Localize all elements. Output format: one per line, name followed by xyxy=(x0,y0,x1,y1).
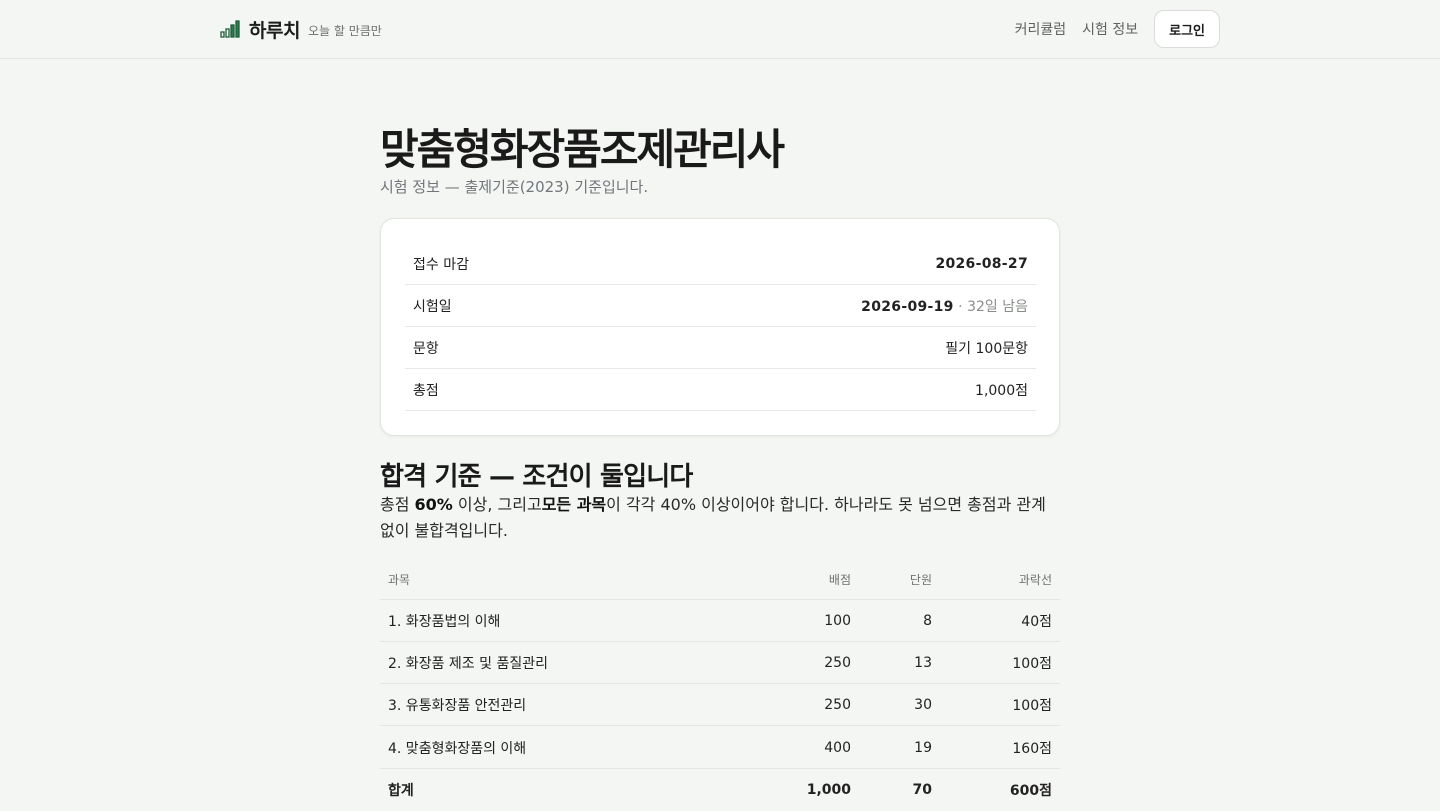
info-label: 총점 xyxy=(413,382,439,399)
exam-date-value: 2026-09-19 xyxy=(861,298,954,315)
info-value: 필기 100문항 xyxy=(945,340,1028,357)
desc-emphasis-all-subjects: 모든 과목 xyxy=(541,495,607,514)
pass-criteria-heading: 합격 기준 — 조건이 둘입니다 xyxy=(380,462,693,492)
cell-points: 250 xyxy=(824,654,851,671)
cell-subject: 3. 유통화장품 안전관리 xyxy=(388,697,527,714)
col-header-cutoff: 과락선 xyxy=(1018,573,1052,587)
login-button[interactable]: 로그인 xyxy=(1154,10,1220,48)
table-header-row: 과목 배점 단원 과락선 xyxy=(380,560,1060,600)
table-row: 2. 화장품 제조 및 품질관리 250 13 100점 xyxy=(380,642,1060,684)
nav-link-curriculum[interactable]: 커리큘럼 xyxy=(1015,19,1067,39)
cell-points: 250 xyxy=(824,696,851,713)
cell-subject: 2. 화장품 제조 및 품질관리 xyxy=(388,655,548,672)
table-row: 3. 유통화장품 안전관리 250 30 100점 xyxy=(380,684,1060,726)
table-row: 4. 맞춤형화장품의 이해 400 19 160점 xyxy=(380,727,1060,769)
table-total-row: 합계 1,000 70 600점 xyxy=(380,769,1060,811)
brand-name: 하루치 xyxy=(249,19,300,42)
cell-points: 1,000 xyxy=(806,782,851,798)
table-row: 1. 화장품법의 이해 100 8 40점 xyxy=(380,600,1060,642)
cell-cutoff: 160점 xyxy=(1012,740,1052,757)
top-nav-bar: 하루치 오늘 할 만큼만 커리큘럼 시험 정보 로그인 xyxy=(0,0,1440,59)
pass-criteria-description: 총점 60% 이상, 그리고모든 과목이 각각 40% 이상이어야 합니다. 하… xyxy=(380,492,1060,544)
info-value: 2026-08-27 xyxy=(935,255,1028,272)
col-header-units: 단원 xyxy=(909,573,932,587)
cell-units: 19 xyxy=(914,739,932,756)
cell-subject: 합계 xyxy=(388,783,414,799)
cell-points: 400 xyxy=(824,739,851,756)
info-row-questions: 문항 필기 100문항 xyxy=(405,327,1036,369)
cell-subject: 4. 맞춤형화장품의 이해 xyxy=(388,740,527,757)
cell-units: 13 xyxy=(914,654,932,671)
brand-tagline: 오늘 할 만큼만 xyxy=(307,23,382,38)
nav-link-exam-info[interactable]: 시험 정보 xyxy=(1082,19,1138,39)
main-nav: 커리큘럼 시험 정보 로그인 xyxy=(999,0,1220,58)
desc-emphasis-percent: 60% xyxy=(414,495,453,514)
info-value: 1,000점 xyxy=(975,382,1028,399)
signal-bars-icon xyxy=(220,20,240,38)
page-title: 맞춤형화장품조제관리사 xyxy=(380,125,785,174)
cell-cutoff: 100점 xyxy=(1012,655,1052,672)
info-row-exam-date: 시험일 2026-09-19 · 32일 남음 xyxy=(405,285,1036,327)
col-header-subject: 과목 xyxy=(388,573,411,587)
info-label: 접수 마감 xyxy=(413,256,469,273)
desc-part: 총점 xyxy=(380,495,415,514)
info-label: 문항 xyxy=(413,340,439,357)
cell-cutoff: 40점 xyxy=(1021,613,1052,630)
cell-cutoff: 600점 xyxy=(1009,783,1052,799)
cell-units: 70 xyxy=(912,782,932,798)
info-label: 시험일 xyxy=(413,298,452,315)
days-remaining: · 32일 남음 xyxy=(953,298,1028,315)
brand[interactable]: 하루치 오늘 할 만큼만 xyxy=(220,0,382,58)
desc-part: 이상, 그리고 xyxy=(452,495,542,514)
info-row-total-score: 총점 1,000점 xyxy=(405,369,1036,411)
cell-points: 100 xyxy=(824,612,851,629)
page-subtitle: 시험 정보 — 출제기준(2023) 기준입니다. xyxy=(380,178,649,196)
info-row-deadline: 접수 마감 2026-08-27 xyxy=(405,243,1036,285)
exam-info-card: 접수 마감 2026-08-27 시험일 2026-09-19 · 32일 남음… xyxy=(380,218,1060,436)
cell-subject: 1. 화장품법의 이해 xyxy=(388,613,501,630)
col-header-points: 배점 xyxy=(828,573,851,587)
info-value-group: 2026-09-19 · 32일 남음 xyxy=(861,296,1028,316)
cell-units: 30 xyxy=(914,696,932,713)
cell-cutoff: 100점 xyxy=(1012,697,1052,714)
cell-units: 8 xyxy=(923,612,932,629)
